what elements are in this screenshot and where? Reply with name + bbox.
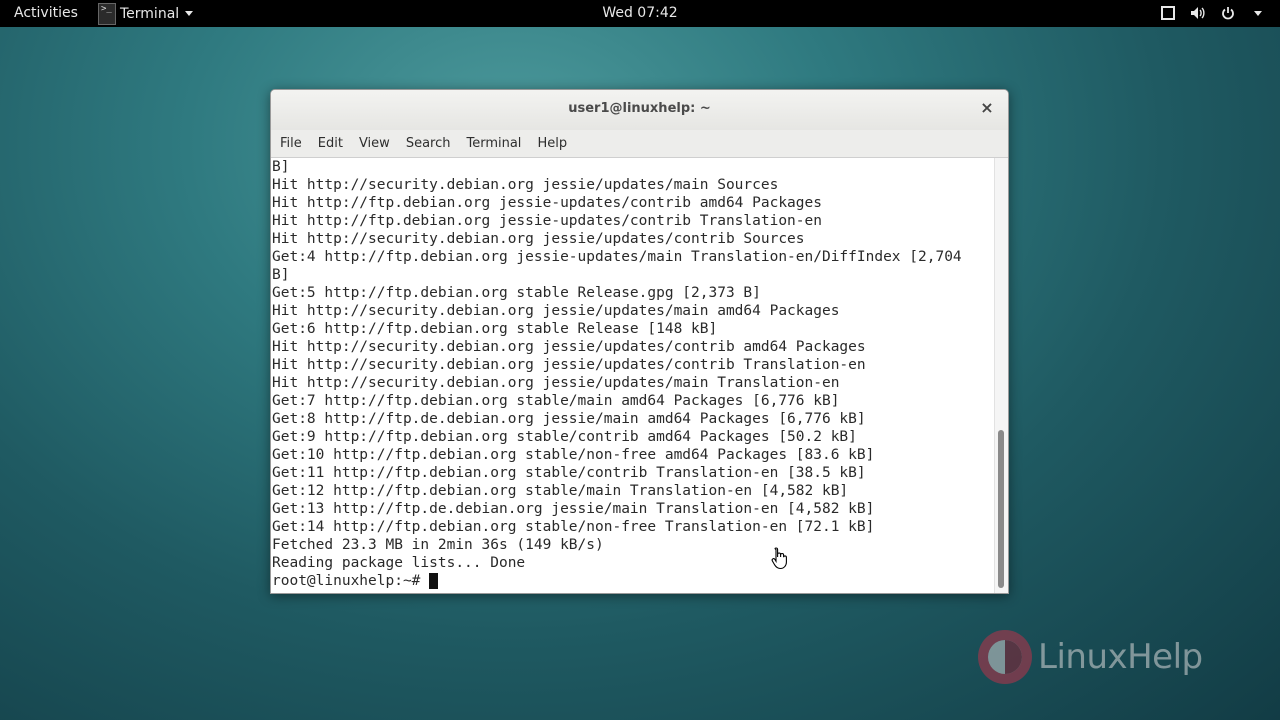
- terminal-output[interactable]: B] Hit http://security.debian.org jessie…: [271, 158, 995, 593]
- prompt-line[interactable]: root@linuxhelp:~#: [271, 572, 995, 590]
- terminal-line: Hit http://security.debian.org jessie/up…: [272, 177, 779, 193]
- terminal-line: Get:6 http://ftp.debian.org stable Relea…: [272, 321, 718, 337]
- linuxhelp-logo-icon: [978, 630, 1032, 684]
- app-menu-label: Terminal: [120, 5, 180, 22]
- terminal-line: Hit http://security.debian.org jessie/up…: [272, 303, 840, 319]
- close-icon[interactable]: ×: [978, 99, 996, 117]
- window-titlebar[interactable]: user1@linuxhelp: ~ ×: [271, 90, 1008, 130]
- scrollbar-thumb[interactable]: [998, 430, 1004, 588]
- window-icon[interactable]: [1160, 4, 1176, 22]
- shell-prompt: root@linuxhelp:~#: [272, 573, 430, 589]
- terminal-line: B]: [272, 267, 290, 283]
- terminal-line: Get:9 http://ftp.debian.org stable/contr…: [272, 429, 857, 445]
- linuxhelp-watermark: LinuxHelp: [976, 628, 1203, 686]
- menu-terminal[interactable]: Terminal: [458, 130, 529, 157]
- window-title: user1@linuxhelp: ~: [568, 101, 711, 116]
- chevron-down-icon[interactable]: [1250, 4, 1266, 22]
- terminal-line: Get:11 http://ftp.debian.org stable/cont…: [272, 465, 866, 481]
- chevron-down-icon: [185, 11, 194, 16]
- terminal-line: Get:5 http://ftp.debian.org stable Relea…: [272, 285, 761, 301]
- terminal-line: Get:12 http://ftp.debian.org stable/main…: [272, 483, 849, 499]
- activities-button[interactable]: Activities: [14, 5, 78, 21]
- terminal-line: Hit http://security.debian.org jessie/up…: [272, 357, 866, 373]
- menu-bar: File Edit View Search Terminal Help: [271, 130, 1008, 158]
- terminal-line: Reading package lists... Done: [272, 555, 526, 571]
- scrollbar[interactable]: [994, 158, 1008, 593]
- top-bar: Activities >_ Terminal Wed 07:42: [0, 0, 1280, 27]
- menu-view[interactable]: View: [351, 130, 398, 157]
- terminal-line: Fetched 23.3 MB in 2min 36s (149 kB/s): [272, 537, 604, 553]
- menu-help[interactable]: Help: [529, 130, 575, 157]
- terminal-line: B]: [272, 159, 290, 175]
- terminal-line: Hit http://ftp.debian.org jessie-updates…: [272, 195, 822, 211]
- power-icon[interactable]: [1220, 4, 1236, 22]
- terminal-line: Get:7 http://ftp.debian.org stable/main …: [272, 393, 840, 409]
- terminal-icon: >_: [98, 2, 116, 25]
- terminal-line: Hit http://ftp.debian.org jessie-updates…: [272, 213, 822, 229]
- terminal-line: Get:10 http://ftp.debian.org stable/non-…: [272, 447, 875, 463]
- app-menu[interactable]: >_ Terminal: [98, 0, 194, 27]
- clock[interactable]: Wed 07:42: [602, 5, 677, 21]
- system-tray[interactable]: [1160, 4, 1266, 22]
- menu-search[interactable]: Search: [398, 130, 459, 157]
- terminal-line: Get:14 http://ftp.debian.org stable/non-…: [272, 519, 875, 535]
- terminal-line: Hit http://security.debian.org jessie/up…: [272, 375, 840, 391]
- terminal-line: Get:4 http://ftp.debian.org jessie-updat…: [272, 249, 962, 265]
- menu-file[interactable]: File: [272, 130, 310, 157]
- terminal-window[interactable]: user1@linuxhelp: ~ × File Edit View Sear…: [270, 89, 1009, 594]
- volume-icon[interactable]: [1190, 4, 1206, 22]
- menu-edit[interactable]: Edit: [310, 130, 351, 157]
- hand-cursor-icon: [770, 546, 790, 574]
- terminal-line: Hit http://security.debian.org jessie/up…: [272, 339, 866, 355]
- terminal-line: Get:8 http://ftp.de.debian.org jessie/ma…: [272, 411, 866, 427]
- terminal-line: Hit http://security.debian.org jessie/up…: [272, 231, 805, 247]
- watermark-text: LinuxHelp: [1038, 637, 1203, 677]
- text-cursor: [429, 573, 439, 589]
- terminal-line: Get:13 http://ftp.de.debian.org jessie/m…: [272, 501, 875, 517]
